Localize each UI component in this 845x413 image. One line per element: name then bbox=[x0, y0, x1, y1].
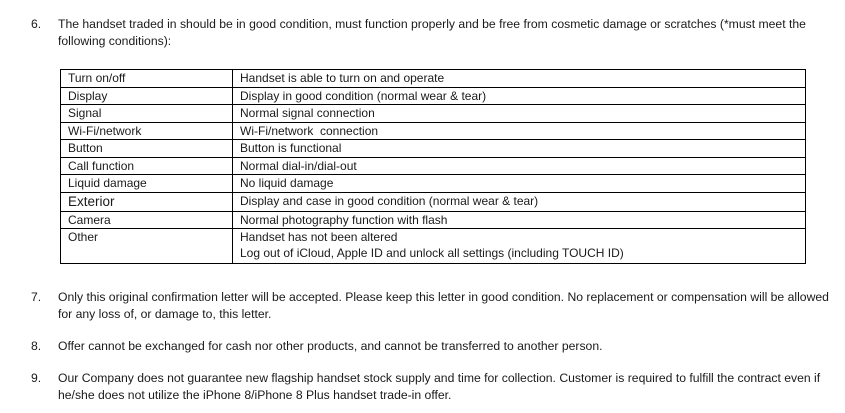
clause-text: Our Company does not guarantee new flags… bbox=[58, 371, 821, 402]
condition-requirement: Wi-Fi/network connection bbox=[232, 121, 806, 140]
table-row: Button Button is functional bbox=[60, 139, 806, 158]
condition-item: Turn on/off bbox=[60, 69, 233, 88]
condition-requirement: Display and case in good condition (norm… bbox=[232, 191, 806, 212]
clause-text: Only this original confirmation letter w… bbox=[58, 290, 829, 321]
condition-item: Signal bbox=[60, 104, 233, 123]
table-row: Signal Normal signal connection bbox=[60, 104, 806, 123]
table-row: Display Display in good condition (norma… bbox=[60, 86, 806, 105]
table-row: Turn on/off Handset is able to turn on a… bbox=[60, 69, 806, 88]
condition-requirement: Button is functional bbox=[232, 139, 806, 158]
clause-number: 8. bbox=[31, 339, 42, 353]
clause-number: 7. bbox=[31, 290, 42, 304]
condition-requirement: Display in good condition (normal wear &… bbox=[232, 86, 806, 105]
clause-text: The handset traded in should be in good … bbox=[58, 17, 806, 48]
condition-requirement: Handset is able to turn on and operate bbox=[232, 69, 806, 88]
conditions-table: Turn on/off Handset is able to turn on a… bbox=[60, 69, 806, 264]
condition-item: Other bbox=[60, 228, 233, 264]
condition-requirement: Handset has not been altered bbox=[240, 230, 398, 244]
table-row: Wi-Fi/network Wi-Fi/network connection bbox=[60, 121, 806, 140]
condition-item: Display bbox=[60, 86, 233, 105]
condition-item: Exterior bbox=[60, 191, 233, 212]
condition-item: Button bbox=[60, 139, 233, 158]
condition-item: Camera bbox=[60, 210, 233, 229]
condition-requirement: Log out of iCloud, Apple ID and unlock a… bbox=[240, 246, 624, 260]
condition-requirement: Normal dial-in/dial-out bbox=[232, 156, 806, 175]
table-row: Exterior Display and case in good condit… bbox=[60, 191, 806, 212]
condition-item: Liquid damage bbox=[60, 174, 233, 193]
condition-requirement: No liquid damage bbox=[232, 174, 806, 193]
clause-number: 9. bbox=[31, 371, 42, 385]
table-row: Call function Normal dial-in/dial-out bbox=[60, 156, 806, 175]
condition-item: Wi-Fi/network bbox=[60, 121, 233, 140]
condition-requirement: Normal signal connection bbox=[232, 104, 806, 123]
table-row: Camera Normal photography function with … bbox=[60, 210, 806, 229]
table-row: Other Handset has not been altered Log o… bbox=[60, 228, 806, 264]
clause-number: 6. bbox=[31, 17, 42, 31]
condition-requirement-cell: Handset has not been altered Log out of … bbox=[232, 228, 806, 264]
clause-text: Offer cannot be exchanged for cash nor o… bbox=[58, 339, 603, 353]
condition-item: Call function bbox=[60, 156, 233, 175]
table-row: Liquid damage No liquid damage bbox=[60, 174, 806, 193]
condition-requirement: Normal photography function with flash bbox=[232, 210, 806, 229]
